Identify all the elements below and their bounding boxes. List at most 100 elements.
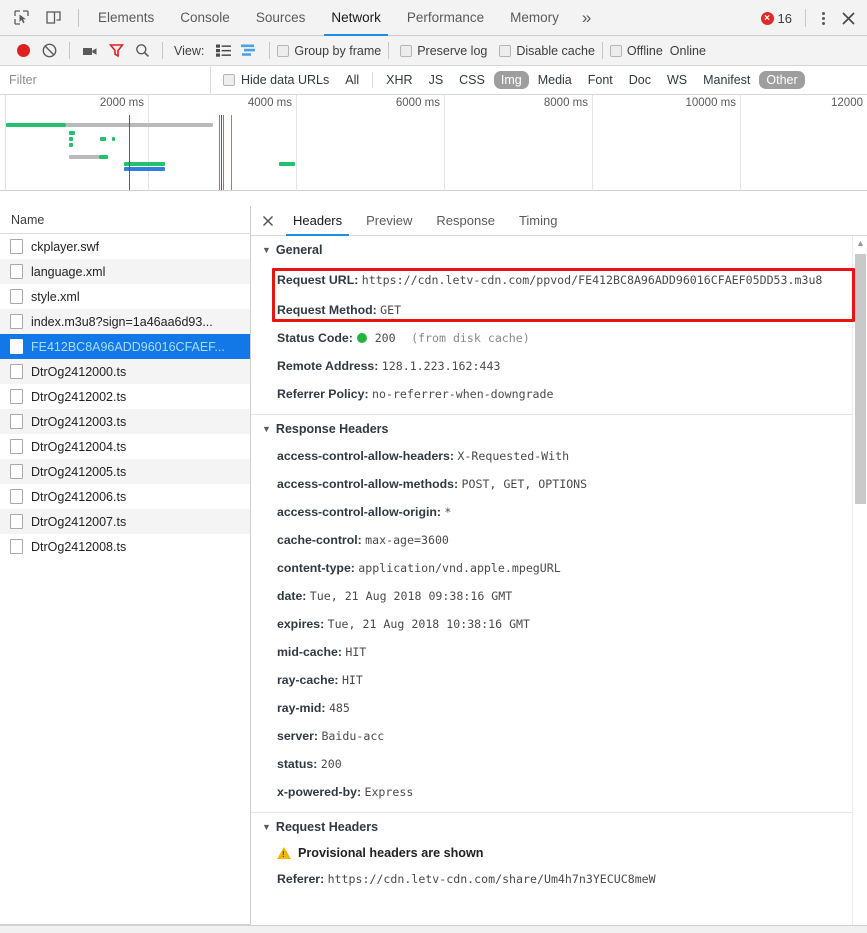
tick-label-4000: 4000 ms — [247, 97, 292, 109]
device-toolbar-icon[interactable] — [40, 5, 66, 31]
scrollbar-thumb[interactable] — [855, 254, 866, 504]
view-list-icon[interactable] — [210, 38, 236, 64]
response-header-name: access-control-allow-headers: — [277, 449, 458, 463]
response-header-row: cache-control: max-age=3600 — [251, 526, 867, 554]
preserve-log-box — [400, 44, 413, 57]
tab-sources[interactable]: Sources — [243, 0, 319, 36]
request-row[interactable]: DtrOg2412000.ts — [0, 359, 250, 384]
filter-type-doc[interactable]: Doc — [622, 71, 658, 89]
filter-type-divider — [372, 72, 374, 88]
filter-type-ws[interactable]: WS — [660, 71, 694, 89]
filter-type-font[interactable]: Font — [581, 71, 620, 89]
request-row[interactable]: DtrOg2412004.ts — [0, 434, 250, 459]
capture-screenshots-button[interactable] — [77, 38, 103, 64]
request-name: DtrOg2412008.ts — [31, 539, 127, 554]
request-row[interactable]: DtrOg2412003.ts — [0, 409, 250, 434]
request-row[interactable]: style.xml — [0, 284, 250, 309]
response-header-row: access-control-allow-origin: * — [251, 498, 867, 526]
tab-elements[interactable]: Elements — [85, 0, 167, 36]
warning-icon — [277, 847, 291, 859]
request-row[interactable]: index.m3u8?sign=1a46aa6d93... — [0, 309, 250, 334]
filter-type-manifest[interactable]: Manifest — [696, 71, 757, 89]
referrer-policy-label: Referrer Policy: — [277, 387, 369, 401]
detail-scrollbar[interactable]: ▲ — [852, 236, 867, 925]
provisional-headers-text: Provisional headers are shown — [298, 846, 484, 860]
group-by-frame-checkbox[interactable]: Group by frame — [277, 44, 381, 58]
tab-preview[interactable]: Preview — [354, 206, 424, 236]
tab-console[interactable]: Console — [167, 0, 243, 36]
toolbar-divider-2 — [162, 42, 163, 59]
referrer-policy-row: Referrer Policy: no-referrer-when-downgr… — [251, 380, 867, 408]
collapse-triangle-icon: ▼ — [262, 244, 271, 255]
request-name: style.xml — [31, 289, 80, 304]
request-row[interactable]: DtrOg2412008.ts — [0, 534, 250, 559]
filter-type-css[interactable]: CSS — [452, 71, 492, 89]
request-row[interactable]: ckplayer.swf — [0, 234, 250, 259]
inspect-element-icon[interactable] — [8, 5, 34, 31]
request-rows: ckplayer.swf language.xml style.xml index.m… — [0, 234, 250, 924]
tab-response[interactable]: Response — [424, 206, 507, 236]
request-name: index.m3u8?sign=1a46aa6d93... — [31, 314, 213, 329]
hide-data-urls-checkbox[interactable]: Hide data URLs — [223, 73, 329, 87]
request-row[interactable]: FE412BC8A96ADD96016CFAEF... — [0, 334, 250, 359]
request-row[interactable]: DtrOg2412007.ts — [0, 509, 250, 534]
request-row[interactable]: DtrOg2412002.ts — [0, 384, 250, 409]
view-waterfall-icon[interactable] — [236, 38, 262, 64]
request-method-row: Request Method: GET — [251, 296, 867, 324]
error-icon: × — [760, 11, 774, 25]
tab-timing[interactable]: Timing — [507, 206, 570, 236]
file-icon — [10, 314, 23, 329]
disable-cache-checkbox[interactable]: Disable cache — [499, 44, 595, 58]
general-section-header[interactable]: ▼ General — [251, 236, 867, 263]
filter-input[interactable] — [0, 66, 210, 94]
waterfall-bar — [99, 137, 106, 141]
request-url-value[interactable]: https://cdn.letv-cdn.com/ppvod/FE412BC8A… — [362, 273, 823, 287]
request-url-label: Request URL: — [277, 273, 359, 287]
request-row[interactable]: DtrOg2412005.ts — [0, 459, 250, 484]
response-header-row: content-type: application/vnd.apple.mpeg… — [251, 554, 867, 582]
file-icon — [10, 464, 23, 479]
tabbar-right-controls: × 16 — [755, 0, 861, 36]
error-count-badge[interactable]: × 16 — [755, 11, 798, 26]
filter-type-js[interactable]: JS — [422, 71, 451, 89]
request-row[interactable]: DtrOg2412006.ts — [0, 484, 250, 509]
main-menu-icon[interactable] — [813, 8, 833, 29]
response-header-name: status: — [277, 757, 321, 771]
record-button[interactable] — [10, 38, 36, 64]
filter-type-img[interactable]: Img — [493, 71, 529, 89]
filter-type-all[interactable]: All — [338, 71, 366, 89]
throttling-select[interactable]: Online — [670, 44, 706, 58]
waterfall-bar — [69, 137, 74, 141]
request-list-header: Name — [0, 206, 250, 234]
close-detail-icon[interactable] — [255, 208, 281, 234]
request-row[interactable]: language.xml — [0, 259, 250, 284]
bottom-strip — [0, 925, 867, 933]
file-icon — [10, 289, 23, 304]
tab-headers[interactable]: Headers — [281, 206, 354, 236]
search-icon[interactable] — [129, 38, 155, 64]
scroll-up-arrow-icon[interactable]: ▲ — [853, 238, 867, 248]
more-panels-icon[interactable]: » — [572, 3, 601, 33]
file-icon — [10, 264, 23, 279]
filter-icon[interactable] — [103, 38, 129, 64]
filter-type-other[interactable]: Other — [759, 71, 805, 89]
filter-type-media[interactable]: Media — [531, 71, 579, 89]
offline-box — [609, 44, 622, 57]
clear-button[interactable] — [36, 38, 62, 64]
tab-network[interactable]: Network — [318, 0, 394, 36]
request-headers-section-header[interactable]: ▼ Request Headers — [251, 813, 867, 840]
tab-memory[interactable]: Memory — [497, 0, 572, 36]
tab-performance[interactable]: Performance — [394, 0, 497, 36]
close-devtools-icon[interactable] — [835, 5, 861, 31]
response-header-row: mid-cache: HIT — [251, 638, 867, 666]
response-header-row: server: Baidu-acc — [251, 722, 867, 750]
tick-label-6000: 6000 ms — [395, 97, 440, 109]
waterfall-bar — [112, 137, 116, 141]
offline-checkbox[interactable]: Offline — [609, 44, 663, 58]
network-overview-timeline[interactable]: 2000 ms 4000 ms 6000 ms 8000 ms 10000 ms… — [0, 95, 867, 191]
request-method-label: Request Method: — [277, 303, 377, 317]
collapse-triangle-icon: ▼ — [262, 821, 271, 832]
response-headers-section-header[interactable]: ▼ Response Headers — [251, 415, 867, 442]
preserve-log-checkbox[interactable]: Preserve log — [400, 44, 487, 58]
filter-type-xhr[interactable]: XHR — [379, 71, 419, 89]
